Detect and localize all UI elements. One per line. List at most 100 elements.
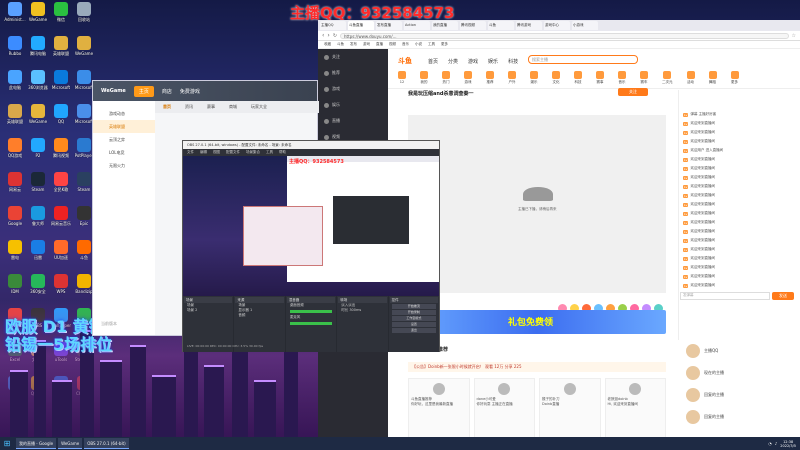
browser-tab[interactable]: 斗鱼直播 [348, 21, 374, 30]
wegame-side-item[interactable]: 英雄联盟 [93, 120, 155, 133]
desktop-icon[interactable]: 英雄联盟 [50, 36, 72, 64]
desktop-icon[interactable]: 360安全 [27, 274, 49, 302]
bookmark-item[interactable]: 游戏 [363, 42, 370, 47]
browser-tab[interactable]: 斗鱼 [488, 21, 514, 30]
category-item[interactable]: 赛事 [596, 71, 604, 85]
fan-item[interactable]: 回复的主播 [678, 406, 798, 428]
bookmark-item[interactable]: 更多 [441, 42, 448, 47]
desktop-icon[interactable]: P2 [27, 138, 49, 166]
category-item[interactable]: 二次元 [662, 71, 673, 85]
desktop-icon[interactable]: 网易云音乐 [50, 206, 72, 234]
bookmark-item[interactable]: 斗鱼 [337, 42, 344, 47]
taskbar-task[interactable]: WeGame [58, 438, 83, 449]
wegame-subtab[interactable]: 商城 [229, 104, 237, 110]
sidebar-item[interactable]: 娱乐 [318, 97, 388, 113]
sidebar-item[interactable]: 关注 [318, 49, 388, 65]
category-item[interactable]: 我的 [420, 71, 428, 85]
dock-item[interactable]: 时长 300ms [338, 308, 386, 313]
douyu-search-input[interactable]: 搜索主播 [528, 55, 638, 64]
network-icon[interactable]: ◔ [768, 441, 772, 446]
desktop-icon[interactable]: Google [4, 206, 26, 234]
desktop-icon[interactable]: WeGame [27, 104, 49, 132]
nav-item[interactable]: 首页 [428, 58, 438, 65]
nav-item[interactable]: 科技 [508, 58, 518, 65]
send-button[interactable]: 发送 [772, 292, 794, 300]
sidebar-item[interactable]: 游戏 [318, 81, 388, 97]
category-item[interactable]: 活动 [686, 71, 695, 85]
wegame-side-item[interactable]: LOL电竞 [93, 146, 155, 159]
bookmark-item[interactable]: 音乐 [402, 42, 409, 47]
desktop-icon[interactable]: 360浏览器 [27, 70, 49, 98]
volume-meter[interactable] [289, 322, 333, 325]
desktop-icon[interactable]: 回收站 [73, 2, 95, 30]
desktop-icon[interactable]: 腾讯电脑 [27, 36, 49, 64]
desktop-icon[interactable]: WPS [50, 274, 72, 302]
desktop-icon[interactable]: Microsoft [50, 70, 72, 98]
browser-tab[interactable]: 发布直播 [376, 21, 402, 30]
desktop-icon[interactable]: 网易云 [4, 172, 26, 200]
wegame-subtab[interactable]: 首页 [163, 104, 171, 110]
sidebar-item[interactable]: 推荐 [318, 65, 388, 81]
category-item[interactable]: 赛车 [640, 71, 648, 85]
category-item[interactable]: 音乐 [618, 71, 626, 85]
obs-control-button[interactable]: 设置 [391, 322, 437, 327]
obs-menu-item[interactable]: 工具 [266, 150, 273, 155]
obs-menu-item[interactable]: 视图 [213, 150, 220, 155]
volume-meter[interactable] [289, 310, 333, 313]
recommend-card[interactable]: 斗鱼直播推荐 你好玩，这里是我最新直播 [408, 378, 470, 438]
wegame-tab[interactable]: 主页 [133, 85, 154, 97]
obs-control-button[interactable]: 开始录制 [391, 310, 437, 315]
browser-tab[interactable]: Action [404, 21, 430, 30]
dock-item[interactable]: 桌面音频 [287, 303, 335, 308]
browser-tab[interactable]: 主播QQ [320, 21, 346, 30]
bookmark-item[interactable]: 收藏 [324, 42, 331, 47]
address-input[interactable]: https://www.douyu.com/... [340, 32, 789, 39]
video-player[interactable]: 主播已下播，请稍后再来 [408, 115, 666, 293]
desktop-icon[interactable]: WeGame [73, 36, 95, 64]
obs-menu-item[interactable]: 帮助 [279, 150, 286, 155]
wegame-subtab[interactable]: 玩家大全 [251, 104, 267, 110]
nav-item[interactable]: 娱乐 [488, 58, 498, 65]
desktop-icon[interactable]: 微信 [50, 2, 72, 30]
category-item[interactable]: 12 [398, 71, 406, 85]
desktop-icon[interactable]: UU加速 [50, 240, 72, 268]
dock-item[interactable]: 麦克风 [287, 315, 335, 320]
promo-banner[interactable]: 礼包免费领 [408, 310, 666, 334]
wegame-logo[interactable]: WeGame [101, 88, 126, 94]
desktop-icon[interactable]: 此电脑 [4, 70, 26, 98]
bookmark-item[interactable]: 直播 [376, 42, 383, 47]
wegame-tab[interactable]: 免费游戏 [180, 88, 200, 95]
browser-tab[interactable]: 我的直播 [432, 21, 458, 30]
browser-tab[interactable]: 游戏中心 [544, 21, 570, 30]
category-item[interactable]: 热门 [442, 71, 450, 85]
category-item[interactable]: 娱乐 [530, 71, 538, 85]
category-item[interactable]: 游戏 [464, 71, 472, 85]
desktop-icon[interactable]: QQ [50, 104, 72, 132]
bookmark-item[interactable]: 小说 [415, 42, 422, 47]
category-item[interactable]: 文化 [552, 71, 560, 85]
bookmark-item[interactable]: 发布 [350, 42, 357, 47]
obs-menu-item[interactable]: 编辑 [200, 150, 207, 155]
desktop-icon[interactable]: 鲁大师 [27, 206, 49, 234]
category-item[interactable]: 更多 [730, 71, 739, 85]
obs-menu-item[interactable]: 文件 [187, 150, 194, 155]
dock-item[interactable]: 音频 [235, 313, 283, 318]
refresh-icon[interactable]: ↻ [333, 33, 337, 39]
desktop-icon[interactable]: Administ... [4, 2, 26, 30]
desktop-icon[interactable]: WeGame [27, 2, 49, 30]
desktop-icon[interactable]: 英雄联盟 [4, 104, 26, 132]
obs-menu-item[interactable]: 配置文件 [226, 150, 240, 155]
desktop-icon[interactable]: Steam [27, 172, 49, 200]
desktop-icon[interactable]: QQ游戏 [4, 138, 26, 166]
desktop-icon[interactable]: 雷电 [4, 240, 26, 268]
obs-control-button[interactable]: 开始推流 [391, 304, 437, 309]
wegame-side-item[interactable]: 游戏动态 [93, 107, 155, 120]
category-item[interactable]: 舞蹈 [708, 71, 717, 85]
fan-item[interactable]: 主播QQ [678, 340, 798, 362]
sidebar-item[interactable]: 直播 [318, 113, 388, 129]
volume-icon[interactable]: ♪ [775, 441, 778, 446]
recommend-card[interactable]: 老狼逛doinb Hi, 欢迎来到直播间 [604, 378, 666, 438]
wegame-subtab[interactable]: 赛事 [207, 104, 215, 110]
obs-menu-item[interactable]: 场景集合 [246, 150, 260, 155]
back-icon[interactable]: ‹ [322, 32, 324, 39]
